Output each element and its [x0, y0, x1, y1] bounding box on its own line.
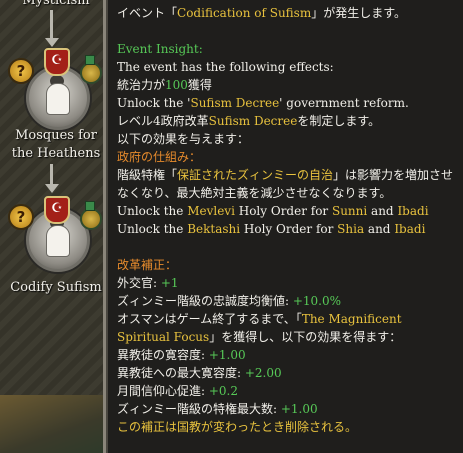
question-icon: ?: [8, 58, 34, 84]
prestige-line: 統治力が100獲得: [117, 78, 212, 92]
diplomat-line: 外交官: +1: [117, 276, 179, 290]
piety-line: 月間信仰心促進: +0.2: [117, 384, 238, 398]
unlock-reform-line: Unlock the 'Sufism Decree' government re…: [117, 96, 409, 110]
medal-icon: [80, 55, 102, 84]
medal-icon: [80, 201, 102, 230]
connector-arrow-icon: [45, 38, 59, 47]
mission-codify-sufism[interactable]: ☪ ?: [6, 196, 102, 276]
privilege-line: 階級特権「保証されたズィンミーの自治」は影響力を増加させ: [117, 168, 454, 182]
crescent-shield-icon: ☪: [44, 48, 70, 76]
level4-reform-line: レベル4政府改革Sufism Decreeを制定します。: [117, 114, 381, 128]
modifier-label: 改革補正：: [117, 258, 178, 272]
ottoman-modifier-line: オスマンはゲーム終了するまで、「The Magnificent: [117, 312, 402, 326]
mission-title-mysticism: Mysticism: [22, 0, 90, 8]
mission-connector: [50, 164, 53, 186]
mission-tree: Mysticism ☪ ? Mosques for the Heathens ☪…: [0, 0, 112, 453]
mission-title-mosques-line1: Mosques for: [15, 128, 97, 143]
heathen-tolerance-line: 異教徒への最大寛容度: +2.00: [117, 366, 282, 380]
map-terrain: [0, 395, 112, 453]
event-name: Codification of Sufism: [177, 6, 312, 20]
event-tooltip: イベント「Codification of Sufism」が発生します。 Even…: [103, 0, 463, 453]
mission-title-mosques-line2: the Heathens: [11, 146, 101, 161]
effects-intro: The event has the following effects:: [117, 60, 334, 74]
heretic-tolerance-line: 異教徒の寛容度: +1.00: [117, 348, 246, 362]
event-insight-label: Event Insight:: [117, 42, 203, 56]
crescent-shield-icon: ☪: [44, 196, 70, 224]
mevlevi-order-line: Unlock the Mevlevi Holy Order for Sunni …: [117, 204, 429, 218]
loyalty-line: ズィンミー階級の忠誠度均衡値: +10.0%: [117, 294, 342, 308]
mission-title-codify-sufism: Codify Sufism: [10, 280, 102, 295]
privilege-line-2: なくなり、最大絶対主義を減少させなくなります。: [117, 186, 392, 200]
removal-note: この補正は国教が変わったとき削除される。: [117, 420, 358, 434]
connector-arrow-icon: [45, 184, 59, 193]
gov-mechanics-label: 政府の仕組み：: [117, 150, 202, 164]
mission-connector: [50, 10, 53, 40]
question-icon: ?: [8, 204, 34, 230]
bektashi-order-line: Unlock the Bektashi Holy Order for Shia …: [117, 222, 426, 236]
ottoman-modifier-line-2: Spiritual Focus」を獲得し、以下の効果を得ます：: [117, 330, 402, 344]
effects-below-line: 以下の効果を与えます：: [117, 132, 250, 146]
dhimmi-privileges-line: ズィンミー階級の特権最大数: +1.00: [117, 402, 318, 416]
event-trigger-line: イベント「Codification of Sufism」が発生します。: [117, 6, 407, 20]
